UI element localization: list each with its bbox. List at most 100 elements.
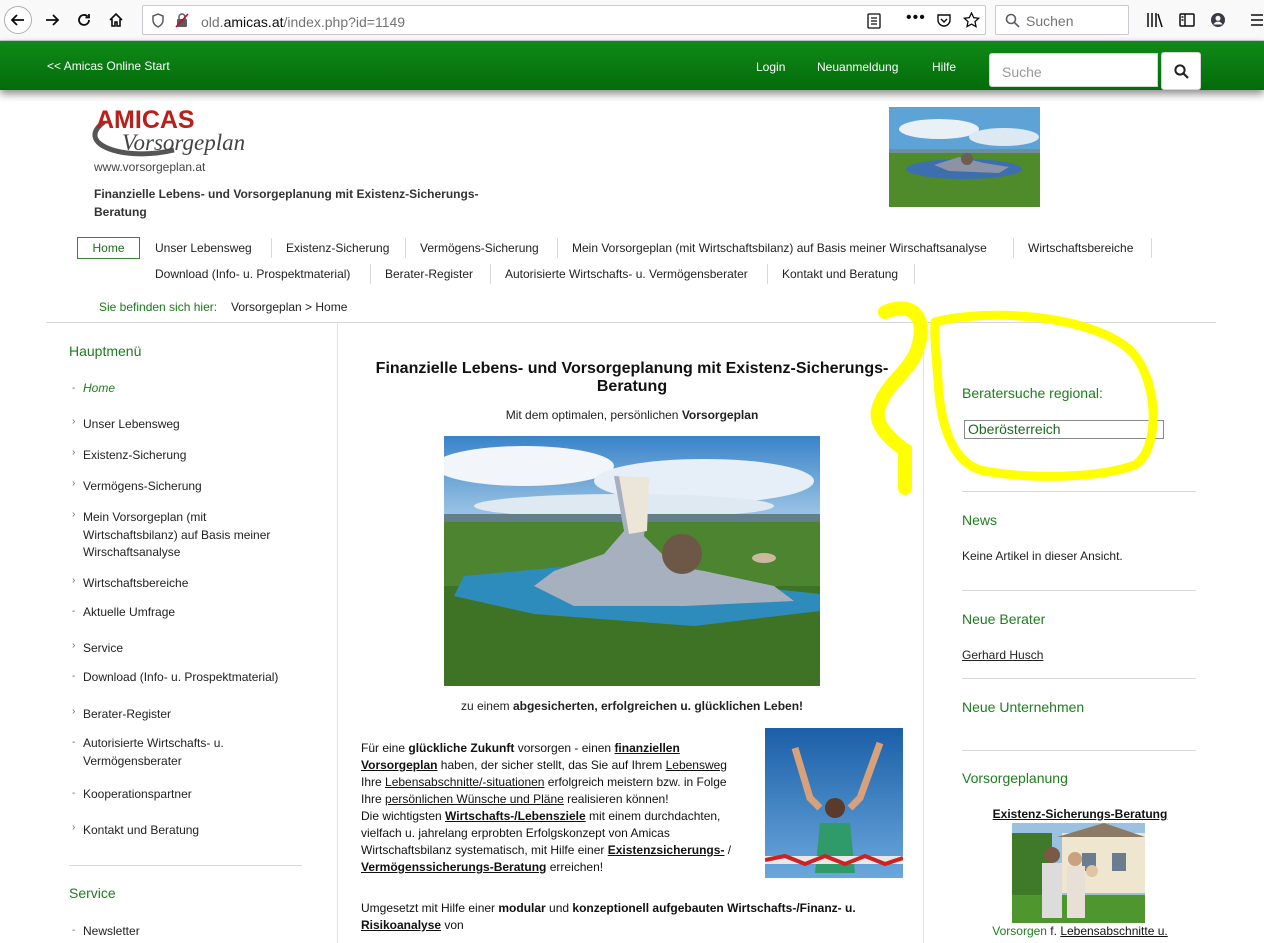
column-divider (923, 323, 924, 943)
sidebar-item-home[interactable]: Home (83, 380, 313, 398)
hero-photo (444, 436, 820, 686)
planning-caption-link[interactable]: Lebensabschnitte u. (1060, 924, 1167, 938)
planning-link[interactable]: Existenz-Sicherungs-Beratung (993, 807, 1168, 821)
content-title: Finanzielle Lebens- und Vorsorgeplanung … (375, 360, 889, 395)
nav-berater-register[interactable]: Berater-Register (385, 267, 473, 281)
url-text: old.amicas.at/index.php?id=1149 (201, 14, 406, 30)
nav-separator (370, 264, 371, 284)
chevron-right-icon: › (72, 640, 76, 651)
site-search-input[interactable]: Suche (989, 53, 1158, 87)
hero-caption: zu einem abgesicherten, erfolgreichen u.… (460, 699, 804, 713)
chevron-down-icon: ⌄ (1149, 423, 1159, 435)
forward-button[interactable] (38, 6, 66, 34)
nav-vermoegens-sicherung[interactable]: Vermögens-Sicherung (420, 241, 539, 255)
planning-link-wrap: Existenz-Sicherungs-Beratung (962, 807, 1198, 821)
back-button[interactable] (4, 6, 32, 34)
site-search-placeholder: Suche (1002, 64, 1042, 80)
arrow-right-icon (46, 14, 60, 26)
reader-view-icon[interactable] (867, 13, 881, 29)
nav-home[interactable]: Home (77, 237, 140, 259)
svg-text:Vorsorgeplan: Vorsorgeplan (122, 130, 244, 155)
news-title: News (962, 512, 998, 528)
nav-lebensweg[interactable]: Unser Lebensweg (155, 241, 252, 255)
breadcrumb: Vorsorgeplan > Home (231, 300, 348, 314)
divider (962, 678, 1196, 679)
sidebar-item-kooperation[interactable]: Kooperationspartner (83, 786, 313, 804)
chevron-right-icon: › (72, 509, 76, 520)
shield-icon (152, 13, 164, 28)
link-risikoanalyse[interactable]: Risikoanalyse (361, 918, 441, 932)
sidebar-item-autorisierte-berater[interactable]: Autorisierte Wirtschafts- u. Vermögensbe… (83, 735, 253, 770)
planning-caption: Vorsorgen f. Lebensabschnitte u. (992, 924, 1168, 938)
new-advisors-title: Neue Berater (962, 611, 1046, 627)
sidebar-item-wirtschaftsbereiche[interactable]: Wirtschaftsbereiche (83, 575, 313, 593)
sidebar-item-newsletter[interactable]: Newsletter (83, 923, 313, 941)
menu-icon[interactable] (1250, 12, 1264, 28)
pocket-icon[interactable] (936, 13, 952, 28)
library-icon[interactable] (1146, 12, 1164, 28)
chevron-right-icon: › (72, 478, 76, 489)
advisor-search-title: Beratersuche regional: (962, 385, 1103, 401)
insecure-lock-icon (175, 13, 189, 28)
nav-separator (557, 238, 558, 258)
start-link[interactable]: << Amicas Online Start (47, 59, 170, 73)
sidebar-item-lebensweg[interactable]: Unser Lebensweg (83, 416, 313, 434)
region-select[interactable]: Oberösterreich ⌄ (964, 420, 1164, 439)
search-icon (1174, 64, 1189, 79)
link-lebensabschnitte[interactable]: Lebensabschnitte/-situationen (385, 775, 544, 789)
chevron-right-icon: › (72, 706, 76, 717)
home-icon (109, 12, 123, 27)
dash-icon: - (72, 383, 76, 394)
sidebar-item-service[interactable]: Service (83, 640, 313, 658)
new-companies-title: Neue Unternehmen (962, 699, 1085, 715)
home-button[interactable] (102, 6, 130, 34)
nav-download[interactable]: Download (Info- u. Prospektmaterial) (155, 267, 350, 281)
nav-existenz-sicherung[interactable]: Existenz-Sicherung (286, 241, 389, 255)
amicas-logo[interactable]: AMICAS Vorsorgeplan (84, 104, 245, 164)
family-photo (1012, 823, 1145, 923)
sidebar-icon[interactable] (1179, 12, 1195, 28)
news-text: Keine Artikel in dieser Ansicht. (962, 549, 1123, 563)
content-subtitle: Mit dem optimalen, persönlichen Vorsorge… (505, 408, 759, 422)
nav-separator (1151, 238, 1152, 258)
sidebar-item-existenz[interactable]: Existenz-Sicherung (83, 447, 313, 465)
help-link[interactable]: Hilfe (932, 60, 956, 74)
intro-paragraph: Für eine glückliche Zukunft vorsorgen - … (361, 741, 732, 874)
login-link[interactable]: Login (756, 60, 785, 74)
sidebar-item-download[interactable]: Download (Info- u. Prospektmaterial) (83, 669, 313, 687)
column-divider (337, 323, 338, 943)
link-wuensche-plaene[interactable]: persönlichen Wünsche und Pläne (385, 792, 564, 806)
dash-icon: - (72, 925, 76, 936)
method-paragraph: Umgesetzt mit Hilfe einer modular und ko… (361, 901, 856, 932)
nav-kontakt[interactable]: Kontakt und Beratung (782, 267, 898, 281)
service-title: Service (69, 885, 116, 901)
sidebar-item-vorsorgeplan[interactable]: Mein Vorsorgeplan (mit Wirtschaftsbilanz… (83, 509, 293, 562)
browser-search-field[interactable]: Suchen (995, 5, 1129, 35)
advisor-link[interactable]: Gerhard Husch (962, 648, 1043, 662)
sidebar-item-vermoegen[interactable]: Vermögens-Sicherung (83, 478, 313, 496)
sidebar-item-kontakt[interactable]: Kontakt und Beratung (83, 822, 313, 840)
reload-button[interactable] (70, 6, 98, 34)
link-existenzsicherung[interactable]: Existenzsicherungs- (608, 843, 725, 857)
url-bar[interactable]: old.amicas.at/index.php?id=1149 ••• (142, 5, 986, 35)
nav-vorsorgeplan[interactable]: Mein Vorsorgeplan (mit Wirtschaftsbilanz… (572, 241, 987, 255)
dash-icon: - (72, 606, 76, 617)
divider (962, 491, 1196, 492)
nav-autorisierte-berater[interactable]: Autorisierte Wirtschafts- u. Vermögensbe… (505, 267, 748, 281)
site-search-button[interactable] (1161, 52, 1201, 90)
account-icon[interactable] (1210, 12, 1226, 28)
header-photo (889, 107, 1040, 207)
link-vermoegenssicherung[interactable]: Vermögenssicherungs-Beratung (361, 860, 546, 874)
divider (46, 322, 1216, 323)
register-link[interactable]: Neuanmeldung (817, 60, 898, 74)
sidebar-item-berater-register[interactable]: Berater-Register (83, 706, 313, 724)
search-icon (1005, 13, 1020, 28)
nav-wirtschaftsbereiche[interactable]: Wirtschaftsbereiche (1028, 241, 1133, 255)
link-lebensziele[interactable]: Wirtschafts-/Lebensziele (445, 809, 586, 823)
page-actions-icon[interactable]: ••• (906, 9, 926, 27)
chevron-right-icon: › (72, 822, 76, 833)
sidebar-item-umfrage[interactable]: Aktuelle Umfrage (83, 604, 313, 622)
nav-separator (490, 264, 491, 284)
bookmark-star-icon[interactable] (963, 12, 980, 28)
link-lebensweg[interactable]: Lebensweg (666, 758, 727, 772)
